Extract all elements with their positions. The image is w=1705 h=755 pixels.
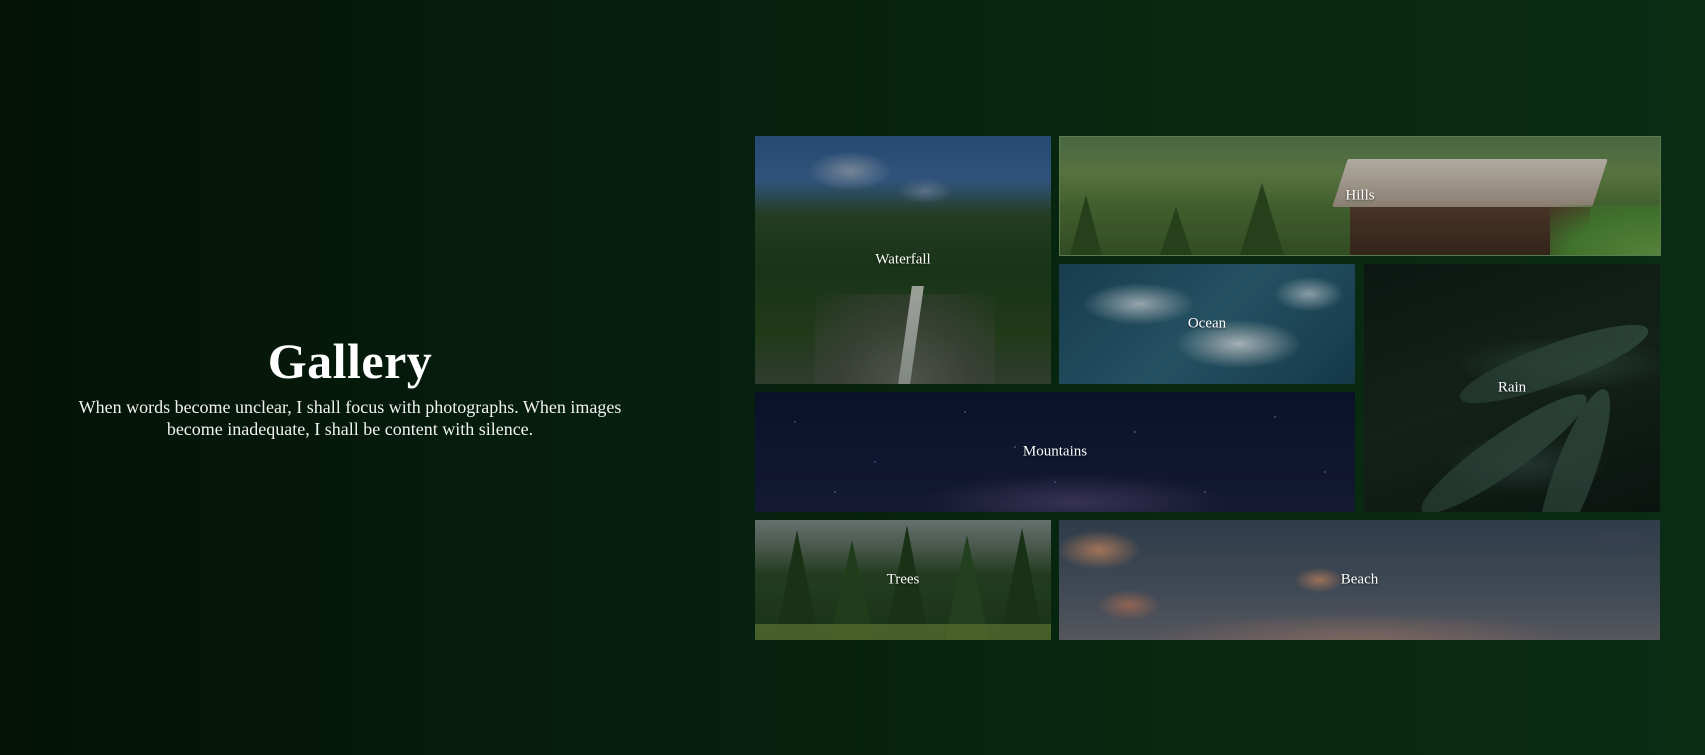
tile-label-beach: Beach <box>1340 571 1379 588</box>
photo-grid: Waterfall Hills Ocean Rain Mountains Tre… <box>755 136 1661 640</box>
tile-label-waterfall: Waterfall <box>875 251 931 268</box>
gallery-tile-rain[interactable]: Rain <box>1364 264 1660 512</box>
tile-label-trees: Trees <box>886 571 920 588</box>
gallery-tile-trees[interactable]: Trees <box>755 520 1051 640</box>
gallery-tile-waterfall[interactable]: Waterfall <box>755 136 1051 384</box>
page-title: Gallery <box>267 333 433 389</box>
tile-label-ocean: Ocean <box>1187 315 1227 332</box>
gallery-tile-mountains[interactable]: Mountains <box>755 392 1355 512</box>
tile-label-hills: Hills <box>1345 187 1375 204</box>
gallery-tile-ocean[interactable]: Ocean <box>1059 264 1355 384</box>
page-description: When words become unclear, I shall focus… <box>78 397 622 439</box>
gallery-tile-hills[interactable]: Hills <box>1059 136 1661 256</box>
tile-label-mountains: Mountains <box>1022 443 1088 460</box>
gallery-tile-beach[interactable]: Beach <box>1059 520 1660 640</box>
gallery-intro: Gallery When words become unclear, I sha… <box>70 330 630 440</box>
tile-label-rain: Rain <box>1497 379 1527 396</box>
